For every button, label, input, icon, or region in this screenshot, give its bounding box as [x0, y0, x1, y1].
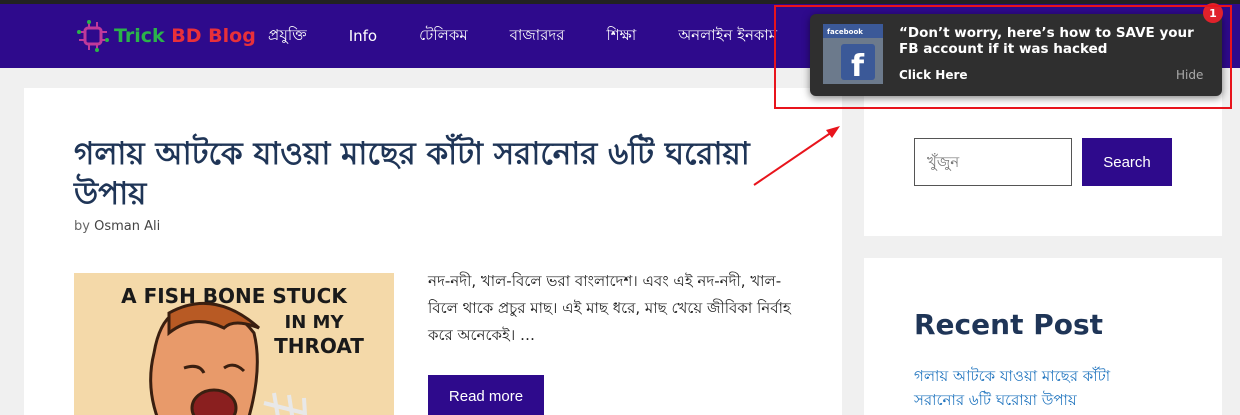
thumb-text-line2: IN MY — [285, 312, 345, 333]
main-nav: প্রযুক্তি Info টেলিকম বাজারদর শিক্ষা অনল… — [268, 4, 819, 68]
nav-item-info[interactable]: Info — [349, 27, 377, 45]
search-widget: Search — [864, 88, 1222, 236]
article-thumbnail[interactable]: A FISH BONE STUCK IN MY THROAT — [74, 273, 394, 415]
article-card: গলায় আটকে যাওয়া মাছের কাঁটা সরানোর ৬টি… — [24, 88, 842, 415]
nav-item-technology[interactable]: প্রযুক্তি — [268, 24, 307, 49]
article-title[interactable]: গলায় আটকে যাওয়া মাছের কাঁটা সরানোর ৬টি… — [74, 134, 774, 214]
nav-item-education[interactable]: শিক্ষা — [607, 24, 637, 49]
logo-text-part2: BD Blog — [171, 25, 256, 47]
article-byline: by Osman Ali — [74, 219, 160, 234]
recent-posts-title: Recent Post — [914, 308, 1104, 341]
logo-text-part1: Trick — [114, 25, 165, 47]
site-logo[interactable]: Trick BD Blog — [76, 16, 256, 56]
read-more-button[interactable]: Read more — [428, 375, 544, 415]
nav-item-telecom[interactable]: টেলিকম — [419, 24, 468, 49]
search-input[interactable] — [914, 138, 1072, 186]
search-button[interactable]: Search — [1082, 138, 1172, 186]
nav-item-online-income[interactable]: অনলাইন ইনকাম — [678, 24, 777, 49]
fish-bone-cartoon-icon: A FISH BONE STUCK IN MY THROAT — [74, 273, 394, 415]
byline-prefix: by — [74, 219, 90, 234]
nav-item-market-price[interactable]: বাজারদর — [510, 24, 565, 49]
author-link[interactable]: Osman Ali — [94, 219, 160, 234]
highlight-annotation-box — [774, 5, 1232, 109]
thumb-text-line3: THROAT — [274, 334, 364, 358]
article-excerpt: নদ-নদী, খাল-বিলে ভরা বাংলাদেশ। এবং এই নদ… — [428, 272, 791, 344]
circuit-logo-icon — [77, 20, 109, 52]
site-logo-text: Trick BD Blog — [114, 25, 256, 47]
recent-post-link[interactable]: গলায় আটকে যাওয়া মাছের কাঁটা সরানোর ৬টি… — [914, 364, 1164, 412]
thumb-text-line1: A FISH BONE STUCK — [121, 284, 348, 308]
recent-posts-widget: Recent Post গলায় আটকে যাওয়া মাছের কাঁট… — [864, 258, 1222, 415]
